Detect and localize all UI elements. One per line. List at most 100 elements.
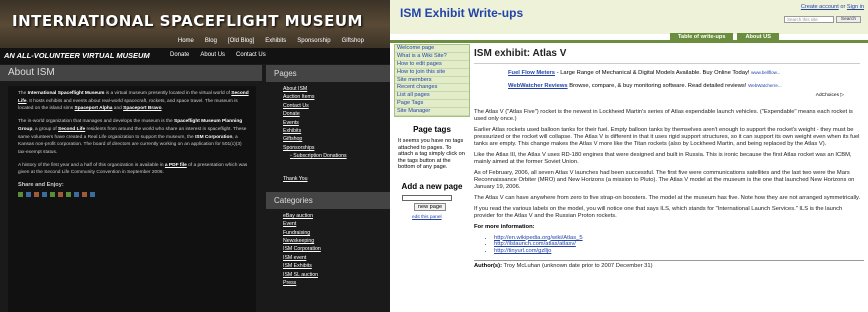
search-button[interactable]: Search [836, 16, 861, 23]
ad-url[interactable]: www.bellflow... [751, 70, 780, 75]
page-title: ISM exhibit: Atlas V [474, 48, 567, 59]
about-paragraph-1: The International Spaceflight Museum is … [18, 90, 250, 113]
page-sublink[interactable]: ◦ Subscription Donations [283, 153, 390, 161]
search-input[interactable]: Search this site [784, 16, 834, 23]
ad-text: Large Range of Mechanical & Digital Mode… [560, 70, 750, 76]
wiki-content: ISM exhibit: Atlas V Fuel Flow Meters - … [474, 44, 864, 312]
ad-choices[interactable]: AdChoices ▷ [508, 93, 844, 98]
share-icon[interactable] [42, 192, 47, 198]
ad-url[interactable]: WebWatcherre... [748, 83, 782, 88]
article-paragraph: Like the Atlas III, the Atlas V uses RD-… [474, 151, 852, 165]
or-text: or [840, 4, 846, 10]
site-title[interactable]: INTERNATIONAL SPACEFLIGHT MUSEUM [12, 12, 363, 30]
page-link[interactable]: Sponsorships [283, 145, 390, 153]
sidebar-item-recent-changes[interactable]: Recent changes [395, 84, 469, 93]
category-link[interactable]: ISM Exhibits [283, 263, 390, 271]
share-icon[interactable] [90, 192, 95, 198]
text-bold: International Spaceflight Museum [27, 91, 105, 96]
pdf-file-link[interactable]: a PDF file [165, 163, 187, 168]
ad-title-link[interactable]: Fuel Flow Meters [508, 70, 555, 76]
share-icon[interactable] [34, 192, 39, 198]
pages-heading: Pages [266, 65, 390, 82]
top-nav: Home Blog [Old Blog] Exhibits Sponsorshi… [178, 38, 364, 44]
text: Subscription Donations [293, 153, 347, 160]
page-link[interactable]: Donate [283, 111, 390, 119]
nav-sponsorship[interactable]: Sponsorship [297, 38, 330, 44]
secondary-nav: Donate About Us Contact Us [170, 52, 266, 58]
nav-contact-us[interactable]: Contact Us [236, 52, 266, 58]
ad-text: Browse, compare, & buy monitoring softwa… [567, 82, 747, 89]
sidebar-item-site-manager[interactable]: Site Manager [395, 108, 469, 117]
page-tags-text: It seems you have no tags attached to pa… [398, 138, 465, 171]
article-paragraph: Earlier Atlas rockets used balloon tanks… [474, 126, 860, 147]
text: , a group of [32, 126, 58, 132]
sidebar-item-page-tags[interactable]: Page Tags [395, 100, 469, 109]
nav-donate[interactable]: Donate [170, 52, 189, 58]
article-paragraph: As of February, 2006, all seven Atlas V … [474, 169, 855, 190]
wiki-site-panel: ISM Exhibit Write-ups Create account or … [390, 0, 868, 312]
page-link[interactable]: Exhibits [283, 128, 390, 136]
share-icon[interactable] [74, 192, 79, 198]
left-sidebar: Pages About ISM Auction Items Contact Us… [266, 65, 390, 312]
reference-link[interactable]: http://en.wikipedia.org/wiki/Atlas_5 [494, 235, 864, 242]
thank-you-link[interactable]: Thank You [283, 176, 390, 184]
article-paragraph: The Atlas V ("Atlas Five") rocket is the… [474, 108, 853, 122]
share-label: Share and Enjoy: [18, 182, 64, 189]
text: The [18, 91, 28, 96]
nav-exhibits[interactable]: Exhibits [265, 38, 286, 44]
category-link[interactable]: Newskeeping [283, 238, 390, 246]
share-icon[interactable] [26, 192, 31, 198]
category-link[interactable]: Press [283, 280, 390, 288]
second-life-link-2[interactable]: Second Life [58, 127, 85, 132]
category-link[interactable]: ISM event [283, 255, 390, 263]
category-link[interactable]: Fundraising [283, 230, 390, 238]
sidebar-item-how-to-edit[interactable]: How to edit pages [395, 61, 469, 69]
sidebar-item-welcome[interactable]: Welcome page [395, 45, 469, 53]
page-link[interactable]: Auction Items [283, 94, 390, 102]
sidebar-item-site-members[interactable]: Site members [395, 77, 469, 85]
reference-link[interactable]: http://ilslaunch.com/atlas/atlasv/ [494, 241, 864, 248]
share-icon[interactable] [50, 192, 55, 198]
sign-in-link[interactable]: Sign in [847, 4, 864, 10]
reference-link[interactable]: http://tinyurl.com/gzlljo [494, 248, 864, 255]
category-link[interactable]: ISM Corporation [283, 246, 390, 254]
category-link[interactable]: Event [283, 221, 390, 229]
nav-old-blog[interactable]: [Old Blog] [228, 38, 254, 44]
new-page-button[interactable]: new page [414, 202, 446, 211]
nav-giftshop[interactable]: Giftshop [342, 38, 364, 44]
spaceport-alpha-link[interactable]: Spaceport Alpha [75, 106, 113, 111]
nav-home[interactable]: Home [178, 38, 194, 44]
article-paragraph: The Atlas V can have anywhere from zero … [474, 194, 861, 201]
share-icon[interactable] [82, 192, 87, 198]
category-link[interactable]: eBay auction [283, 213, 390, 221]
about-paragraph-2: The in-world organization that manages a… [18, 118, 250, 157]
ad-item: WebWatcher Reviews Browse, compare, & bu… [508, 83, 864, 90]
sidebar-item-how-to-join[interactable]: How to join this site [395, 69, 469, 77]
share-icon[interactable] [18, 192, 23, 198]
page-link[interactable]: About ISM [283, 86, 390, 94]
text: A history of the first year and a half o… [18, 162, 165, 168]
pages-list: About ISM Auction Items Contact Us Donat… [266, 82, 390, 184]
page-link[interactable]: Events [283, 120, 390, 128]
sidebar-item-list-pages[interactable]: List all pages [395, 92, 469, 101]
share-icon[interactable] [58, 192, 63, 198]
new-page-input[interactable] [402, 194, 452, 201]
ad-item: Fuel Flow Meters - Large Range of Mechan… [508, 70, 864, 77]
category-link[interactable]: ISM SL auction [283, 272, 390, 280]
header-divider [390, 40, 868, 43]
spaceport-bravo-link[interactable]: Spaceport Bravo [123, 106, 161, 111]
edit-panel-link[interactable]: edit this panel [412, 215, 470, 220]
page-link[interactable]: Giftshop [283, 136, 390, 144]
ad-title-link[interactable]: WebWatcher Reviews [508, 83, 568, 89]
sidebar-item-what-is-wiki[interactable]: What is a Wiki Site? [395, 53, 469, 61]
share-icon[interactable] [66, 192, 71, 198]
article-paragraph: If you read the various labels on the mo… [474, 205, 843, 219]
create-account-link[interactable]: Create account [801, 4, 839, 10]
wiki-nav-list: Welcome page What is a Wiki Site? How to… [394, 44, 470, 118]
nav-blog[interactable]: Blog [205, 38, 217, 44]
page-tags-heading: Page tags [413, 125, 451, 135]
nav-about-us[interactable]: About Us [200, 52, 225, 58]
share-icons [18, 192, 250, 198]
page-link[interactable]: Contact Us [283, 103, 390, 111]
wiki-site-title[interactable]: ISM Exhibit Write-ups [400, 6, 523, 20]
